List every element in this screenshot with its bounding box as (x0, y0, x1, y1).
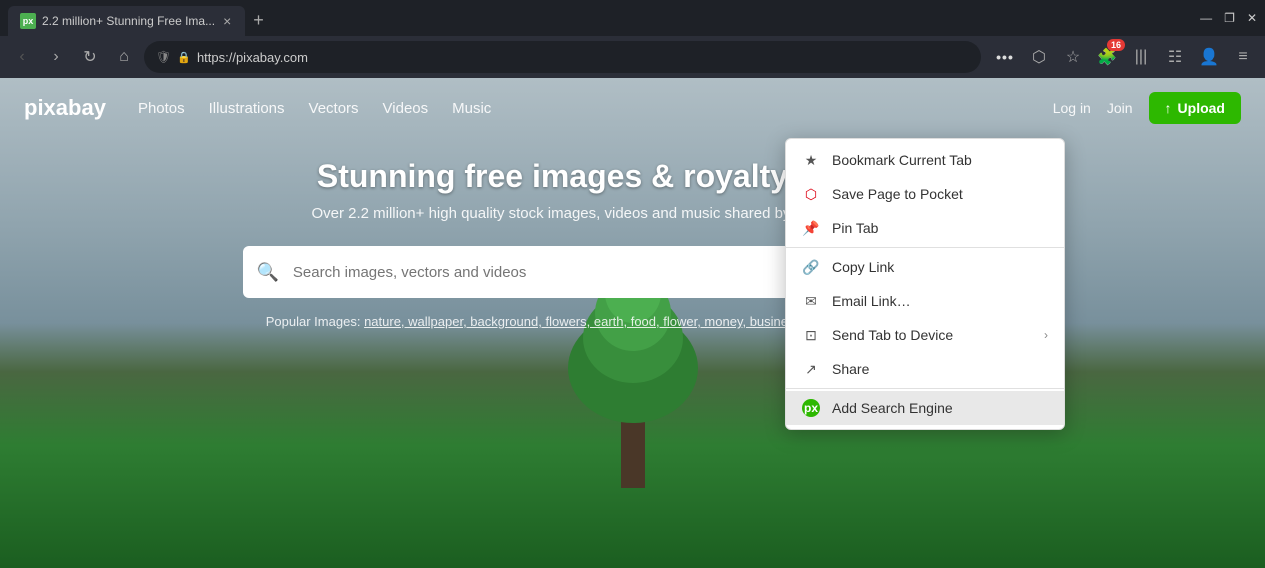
send-tab-icon: ⊡ (802, 326, 820, 344)
menu-copy-link-label: Copy Link (832, 259, 1048, 275)
reader-icon[interactable]: ☷ (1161, 43, 1189, 71)
menu-share[interactable]: ↗ Share (786, 352, 1064, 386)
address-text: https://pixabay.com (197, 50, 969, 65)
menu-email-link-label: Email Link… (832, 293, 1048, 309)
nav-photos[interactable]: Photos (138, 100, 185, 117)
more-button[interactable]: ••• (991, 43, 1019, 71)
nav-vectors[interactable]: Vectors (309, 100, 359, 117)
upload-label: Upload (1178, 100, 1225, 116)
bookmark-tab-icon: ★ (802, 151, 820, 169)
nav-music[interactable]: Music (452, 100, 491, 117)
pocket-menu-icon: ⬡ (802, 185, 820, 203)
menu-share-label: Share (832, 361, 1048, 377)
menu-send-tab[interactable]: ⊡ Send Tab to Device › (786, 318, 1064, 352)
send-tab-chevron: › (1044, 328, 1048, 342)
security-icon: 🛡 (156, 50, 171, 64)
hero-title: Stunning free images & royalty free stoc… (0, 158, 1265, 195)
minimize-button[interactable]: — (1200, 11, 1212, 25)
menu-add-search-label: Add Search Engine (832, 400, 1048, 416)
sidebar-icon[interactable]: ||| (1127, 43, 1155, 71)
menu-save-pocket-label: Save Page to Pocket (832, 186, 1048, 202)
upload-icon: ↑ (1165, 100, 1172, 116)
add-search-icon: px (802, 399, 820, 417)
upload-button[interactable]: ↑ Upload (1149, 92, 1241, 124)
nav-right: Log in Join ↑ Upload (1053, 92, 1241, 124)
pocket-icon[interactable]: ⬡ (1025, 43, 1053, 71)
forward-button[interactable]: › (42, 43, 70, 71)
menu-email-link[interactable]: ✉ Email Link… (786, 284, 1064, 318)
menu-send-tab-label: Send Tab to Device (832, 327, 1032, 343)
popular-tags: Popular Images: nature, wallpaper, backg… (0, 314, 1265, 329)
copy-link-icon: 🔗 (802, 258, 820, 276)
extensions-badge: 16 (1107, 39, 1125, 51)
share-icon: ↗ (802, 360, 820, 378)
menu-pin-tab-label: Pin Tab (832, 220, 1048, 236)
nav-illustrations[interactable]: Illustrations (209, 100, 285, 117)
popular-label: Popular Images: (266, 314, 361, 329)
login-button[interactable]: Log in (1053, 100, 1091, 116)
menu-divider-2 (786, 388, 1064, 389)
window-controls: — ❐ ✕ (1200, 11, 1257, 25)
close-window-button[interactable]: ✕ (1247, 11, 1257, 25)
pin-tab-icon: 📌 (802, 219, 820, 237)
menu-copy-link[interactable]: 🔗 Copy Link (786, 250, 1064, 284)
bookmark-icon[interactable]: ☆ (1059, 43, 1087, 71)
address-bar[interactable]: 🛡 🔒 https://pixabay.com (144, 41, 981, 73)
menu-add-search[interactable]: px Add Search Engine (786, 391, 1064, 425)
tab-title: 2.2 million+ Stunning Free Ima... (42, 14, 215, 28)
nav-links: Photos Illustrations Vectors Videos Musi… (138, 100, 1053, 117)
pixabay-site: pixabay Photos Illustrations Vectors Vid… (0, 78, 1265, 568)
tab-favicon: px (20, 13, 36, 29)
menu-divider-1 (786, 247, 1064, 248)
email-link-icon: ✉ (802, 292, 820, 310)
browser-toolbar: ‹ › ↻ ⌂ 🛡 🔒 https://pixabay.com ••• ⬡ ☆ … (0, 36, 1265, 78)
new-tab-button[interactable]: + (253, 10, 264, 31)
pixabay-nav: pixabay Photos Illustrations Vectors Vid… (0, 78, 1265, 138)
join-button[interactable]: Join (1107, 100, 1133, 116)
menu-bookmark-tab-label: Bookmark Current Tab (832, 152, 1048, 168)
hero-content: Stunning free images & royalty free stoc… (0, 138, 1265, 329)
pixabay-logo[interactable]: pixabay (24, 95, 106, 121)
browser-chrome: px 2.2 million+ Stunning Free Ima... × +… (0, 0, 1265, 78)
extensions-icon[interactable]: 🧩 16 (1093, 43, 1121, 71)
nav-videos[interactable]: Videos (383, 100, 429, 117)
back-button[interactable]: ‹ (8, 43, 36, 71)
tab-close-button[interactable]: × (221, 11, 233, 31)
menu-icon[interactable]: ≡ (1229, 43, 1257, 71)
menu-pin-tab[interactable]: 📌 Pin Tab (786, 211, 1064, 245)
search-icon: 🔍 (243, 262, 293, 283)
context-menu: ★ Bookmark Current Tab ⬡ Save Page to Po… (785, 138, 1065, 430)
hero-subtitle: Over 2.2 million+ high quality stock ima… (0, 205, 1265, 222)
maximize-button[interactable]: ❐ (1224, 11, 1235, 25)
menu-save-pocket[interactable]: ⬡ Save Page to Pocket (786, 177, 1064, 211)
browser-tab[interactable]: px 2.2 million+ Stunning Free Ima... × (8, 6, 245, 36)
account-icon[interactable]: 👤 (1195, 43, 1223, 71)
toolbar-right: ••• ⬡ ☆ 🧩 16 ||| ☷ 👤 ≡ (991, 43, 1257, 71)
refresh-button[interactable]: ↻ (76, 43, 104, 71)
lock-icon: 🔒 (177, 51, 191, 64)
home-button[interactable]: ⌂ (110, 43, 138, 71)
menu-bookmark-tab[interactable]: ★ Bookmark Current Tab (786, 143, 1064, 177)
title-bar: px 2.2 million+ Stunning Free Ima... × +… (0, 0, 1265, 36)
